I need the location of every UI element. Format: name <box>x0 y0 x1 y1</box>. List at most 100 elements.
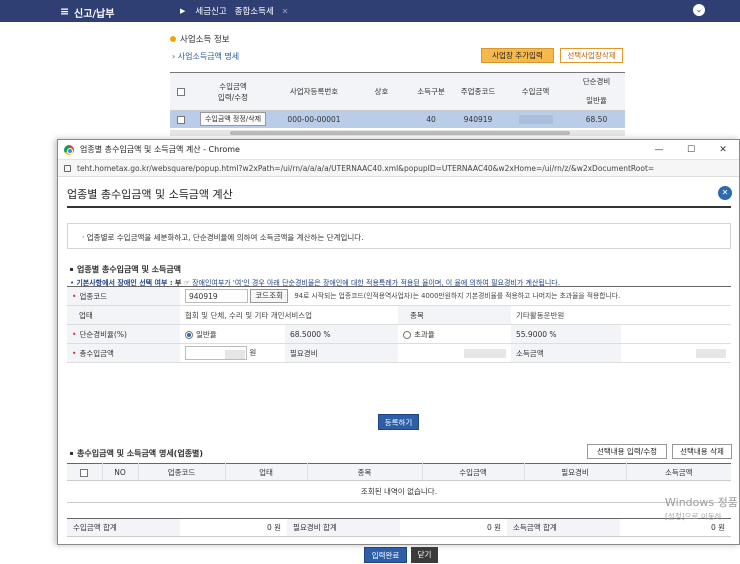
revenue-input[interactable] <box>185 346 247 360</box>
horizontal-scrollbar[interactable] <box>170 130 625 136</box>
window-title: 업종별 총수입금액 및 소득금액 계산 - Chrome <box>80 145 240 154</box>
redacted-value <box>696 348 726 358</box>
sum-label: 수입금액 합계 <box>67 518 180 537</box>
column-header: 수입금액 <box>422 463 525 481</box>
bullet-icon <box>170 36 176 42</box>
breadcrumb-item[interactable]: 종합소득세 ✕ <box>235 5 289 18</box>
heading-divider <box>67 206 731 208</box>
general-rate-value: 68.5000 % <box>285 324 398 344</box>
header-checkbox-cell <box>67 463 103 481</box>
column-header: 소득구분 <box>409 72 453 111</box>
triangle-right-icon: ▶ <box>180 7 186 15</box>
unit-label: 원 <box>249 348 257 357</box>
delete-business-button[interactable]: 선택사업장삭제 <box>560 48 623 63</box>
section-title: 업종별 총수입금액 및 소득금액 <box>70 264 181 275</box>
empty-message: 조회된 내역이 없습니다. <box>67 480 731 503</box>
section-title: 사업소득 정보 <box>170 33 230 45</box>
column-header: 종목 <box>307 463 423 481</box>
name-cell <box>354 110 409 128</box>
expense-value <box>398 343 511 363</box>
field-value: 940919 코드조회 94로 시작되는 업종코드(인적용역사업자)는 4000… <box>180 286 731 306</box>
close-tab-icon[interactable]: ✕ <box>282 7 289 16</box>
edit-revenue-button[interactable]: 수입금액 정정/삭제 <box>199 112 267 127</box>
breadcrumb-item[interactable]: ▶ 세금신고 <box>180 5 227 17</box>
industry-list-table: NO 업종코드 업태 종목 수입금액 필요경비 소득금액 조회된 내역이 없습니… <box>67 463 731 503</box>
code-note: 94로 시작되는 업종코드(인적용역사업자)는 4000만원하지 기본경비율를 … <box>294 292 621 300</box>
field-label: 종목 <box>398 305 511 325</box>
label-text: 업종코드 <box>79 291 108 301</box>
add-business-button[interactable]: 사업장 추가입력 <box>481 48 554 63</box>
scrollbar-thumb[interactable] <box>230 131 570 135</box>
column-header: 소득금액 <box>626 463 731 481</box>
select-all-checkbox[interactable] <box>177 88 185 96</box>
complete-button[interactable]: 입력완료 <box>364 547 407 563</box>
menu-title[interactable]: 신고/납부 <box>74 5 114 20</box>
select-all-checkbox[interactable] <box>80 468 89 477</box>
column-header: 상호 <box>354 72 409 111</box>
popup-window: 업종별 총수입금액 및 소득금액 계산 - Chrome — ☐ ✕ teht.… <box>57 139 740 563</box>
field-label: 필요경비 <box>285 343 398 363</box>
column-header: 주업종코드 <box>453 72 503 111</box>
edit-selected-button[interactable]: 선택내용 입력/수정 <box>587 444 667 459</box>
windows-watermark-sub: [설정]으로 이동하 <box>665 512 722 521</box>
code-type-cell: 40 <box>409 110 453 128</box>
top-nav-bar: ≡ 신고/납부 ▶ 세금신고 종합소득세 ✕ ⌄ <box>0 0 740 22</box>
address-bar[interactable]: teht.hometax.go.kr/websquare/popup.html?… <box>58 160 739 177</box>
industry-code-input[interactable]: 940919 <box>185 289 248 303</box>
popup-heading: 업종별 총수입금액 및 소득금액 계산 <box>67 188 233 201</box>
revenue-cell: 원 <box>180 343 285 363</box>
revenue-total: 0 원 <box>180 518 287 537</box>
close-button[interactable]: 닫기 <box>411 547 438 563</box>
row-checkbox-cell <box>170 110 192 128</box>
chevron-down-icon[interactable]: ⌄ <box>693 4 705 16</box>
header-checkbox-cell <box>170 72 192 111</box>
expense-total: 0 원 <box>400 518 507 537</box>
summary-table: 수입금액 합계 0 원 필요경비 합계 0 원 소득금액 합계 0 원 <box>67 518 731 537</box>
redacted-value <box>464 348 506 358</box>
rate-excess-cell: 초과율 <box>398 324 511 344</box>
notice-text: 업종별로 수입금액을 세분화하고, 단순경비율에 의하여 소득금액을 계산하는 … <box>86 233 364 242</box>
redacted-value <box>225 349 245 359</box>
edit-cell: 수입금액 정정/삭제 <box>192 110 274 128</box>
window-title-bar: 업종별 총수입금액 및 소득금액 계산 - Chrome — ☐ ✕ <box>58 140 739 160</box>
label-text: 단순경비율(%) <box>79 329 127 339</box>
industry-form: • 업종코드 940919 코드조회 94로 시작되는 업종코드(인적용역사업자)… <box>67 286 731 363</box>
url-text: teht.hometax.go.kr/websquare/popup.html?… <box>77 163 655 173</box>
close-popup-icon[interactable]: ✕ <box>718 186 732 200</box>
column-header: 단순경비 일반율 <box>568 72 625 111</box>
column-header: 업종코드 <box>138 463 226 481</box>
code-search-button[interactable]: 코드조회 <box>250 289 288 303</box>
rate-cell: 68.50 <box>568 110 625 128</box>
radio-label: 일반율 <box>196 329 217 339</box>
business-item-value: 기타활동운반원 <box>511 305 731 325</box>
maximize-icon[interactable]: ☐ <box>675 140 707 160</box>
general-rate-radio[interactable] <box>185 330 193 339</box>
sum-label: 필요경비 합계 <box>287 518 400 537</box>
field-label: 소득금액 <box>511 343 621 363</box>
section-title-text: 업종별 총수입금액 및 소득금액 <box>77 265 182 274</box>
breadcrumb-label: 세금신고 <box>195 7 227 17</box>
biz-no-cell: 000-00-00001 <box>274 110 354 128</box>
table-row[interactable]: 수입금액 정정/삭제 000-00-00001 40 940919 68.50 <box>170 110 625 128</box>
industry-code-cell: 940919 <box>453 110 503 128</box>
row-checkbox[interactable] <box>177 115 185 124</box>
excess-rate-radio[interactable] <box>403 330 411 339</box>
field-label: 업태 <box>67 305 180 325</box>
label-text: 총수입금액 <box>79 348 114 358</box>
empty-cell <box>621 324 731 344</box>
column-header-group: 단순경비 <box>582 77 611 86</box>
column-header: 업태 <box>225 463 308 481</box>
chrome-icon <box>64 144 74 155</box>
column-header: 사업자등록번호 <box>274 72 354 111</box>
menu-icon[interactable]: ≡ <box>60 5 69 18</box>
business-type-value: 협회 및 단체, 수리 및 기타 개인서비스업 <box>180 305 398 325</box>
bullet-icon <box>70 268 73 271</box>
close-window-icon[interactable]: ✕ <box>707 140 739 160</box>
register-button[interactable]: 등록하기 <box>378 414 419 430</box>
section-title: 총수입금액 및 소득금액 명세(업종별) <box>70 448 203 459</box>
section-title-text: 사업소득 정보 <box>180 35 230 45</box>
minimize-icon[interactable]: — <box>643 140 675 160</box>
section-title-text: 총수입금액 및 소득금액 명세(업종별) <box>77 449 204 458</box>
delete-selected-button[interactable]: 선택내용 삭제 <box>672 444 732 459</box>
revenue-cell <box>503 110 568 128</box>
